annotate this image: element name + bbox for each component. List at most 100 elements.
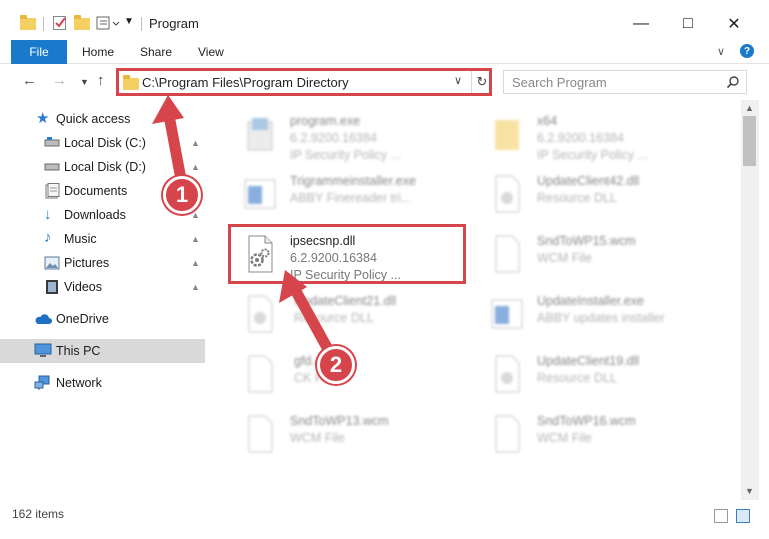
file-description: Resource DLL <box>537 371 617 385</box>
scroll-up-icon[interactable]: ▲ <box>745 103 754 113</box>
installer-icon <box>489 294 525 334</box>
file-name: UpdateClient19.dll <box>537 354 640 368</box>
folder-icon <box>20 15 36 31</box>
search-icon[interactable] <box>726 75 740 89</box>
dropdown-arrow-icon[interactable]: ▼ <box>124 16 140 32</box>
sidebar-item-network[interactable]: Network <box>0 371 205 395</box>
window-title: Program <box>149 16 199 31</box>
sidebar-item-local-disk-d[interactable]: Local Disk (D:) ▲ <box>0 155 205 179</box>
folder-icon <box>489 114 525 154</box>
recent-locations-icon[interactable]: ▼ <box>80 77 89 87</box>
file-name: SndToWP13.wcm <box>290 414 389 428</box>
tab-share[interactable]: Share <box>140 45 172 59</box>
pin-icon[interactable]: ▲ <box>191 138 200 148</box>
list-item[interactable]: UpdateClient42.dll Resource DLL <box>477 166 727 218</box>
sidebar-item-label: Downloads <box>64 208 126 222</box>
file-name: UpdateInstaller.exe <box>537 294 645 308</box>
dll-icon <box>489 354 525 394</box>
list-item[interactable]: SndToWP15.wcm WCM File <box>477 226 727 278</box>
vertical-scrollbar[interactable]: ▲ ▼ <box>741 100 759 500</box>
pin-icon[interactable]: ▲ <box>191 282 200 292</box>
separator <box>43 17 44 31</box>
file-version: 6.2.9200.16384 <box>537 131 624 145</box>
sidebar-item-music[interactable]: ♪ Music ▲ <box>0 227 205 251</box>
list-item[interactable]: UpdateInstaller.exe ABBY updates install… <box>477 286 727 338</box>
file-description: WCM File <box>537 251 592 265</box>
pin-icon[interactable]: ▲ <box>191 234 200 244</box>
pin-icon[interactable]: ▲ <box>191 210 200 220</box>
file-description: Resource DLL <box>537 191 617 205</box>
videos-icon <box>44 279 60 295</box>
sidebar-item-videos[interactable]: Videos ▲ <box>0 275 205 299</box>
customize-toolbar-icon[interactable] <box>96 15 120 31</box>
list-item[interactable]: SndToWP16.wcm WCM File <box>477 406 727 458</box>
list-item[interactable]: gfd.cfg CK File <box>230 346 480 398</box>
file-list: program.exe 6.2.9200.16384 IP Security P… <box>215 100 740 500</box>
maximize-button[interactable]: □ <box>666 8 710 40</box>
documents-icon <box>44 183 60 199</box>
close-button[interactable]: ✕ <box>712 8 756 40</box>
file-description: IP Security Policy ... <box>290 148 401 162</box>
expand-ribbon-icon[interactable]: ∨ <box>717 45 725 58</box>
details-view-icon[interactable] <box>714 509 728 523</box>
tab-view[interactable]: View <box>198 45 224 59</box>
search-input[interactable]: Search Program <box>512 75 607 90</box>
file-tab[interactable]: File <box>11 40 67 64</box>
file-name: Trigrammeinstaller.exe <box>290 174 416 188</box>
new-folder-icon[interactable] <box>74 15 90 31</box>
annotation-callout-1: 1 <box>163 176 201 214</box>
sidebar-item-local-disk-c[interactable]: Local Disk (C:) ▲ <box>0 131 205 155</box>
minimize-button[interactable]: — <box>619 8 663 40</box>
properties-icon[interactable] <box>52 15 68 31</box>
file-name: SndToWP16.wcm <box>537 414 636 428</box>
file-version: 6.2.9200.16384 <box>290 131 377 145</box>
file-description: ABBY updates installer <box>537 311 665 325</box>
scroll-thumb[interactable] <box>743 116 756 166</box>
sidebar-item-pictures[interactable]: Pictures ▲ <box>0 251 205 275</box>
file-icon <box>242 414 278 454</box>
sidebar-item-label: Pictures <box>64 256 110 270</box>
file-description: ABBY Finereader tri... <box>290 191 412 205</box>
sidebar-item-label: Local Disk (C:) <box>64 136 146 150</box>
file-name: program.exe <box>290 114 361 128</box>
sidebar-item-label: Local Disk (D:) <box>64 160 146 174</box>
dll-icon <box>242 294 278 334</box>
file-name: UpdateClient42.dll <box>537 174 640 188</box>
sidebar-item-label: Videos <box>64 280 102 294</box>
file-description: IP Security Policy ... <box>537 148 648 162</box>
sidebar-item-this-pc[interactable]: This PC <box>0 339 205 363</box>
list-item[interactable]: program.exe 6.2.9200.16384 IP Security P… <box>230 106 480 162</box>
sidebar-item-quick-access[interactable]: ★ Quick access <box>0 107 205 131</box>
file-description: WCM File <box>537 431 592 445</box>
tab-home[interactable]: Home <box>82 45 114 59</box>
pin-icon[interactable]: ▲ <box>191 162 200 172</box>
file-name: UpdateClient21.dll <box>294 294 397 308</box>
scroll-down-icon[interactable]: ▼ <box>745 486 754 496</box>
title-bar: ▼ Program — □ ✕ <box>0 0 769 40</box>
help-icon[interactable]: ? <box>740 44 754 58</box>
music-icon: ♪ <box>44 229 52 246</box>
list-item[interactable]: Trigrammeinstaller.exe ABBY Finereader t… <box>230 166 480 218</box>
sidebar-item-onedrive[interactable]: OneDrive <box>0 307 205 331</box>
pictures-icon <box>44 256 60 272</box>
list-item[interactable]: UpdateClient19.dll Resource DLL <box>477 346 727 398</box>
navigation-pane: ★ Quick access Local Disk (C:) ▲ Local D… <box>0 100 205 500</box>
computer-icon <box>34 343 52 359</box>
up-button[interactable]: ↑ <box>97 72 105 89</box>
sidebar-item-label: Network <box>56 376 102 390</box>
sidebar-item-label: This PC <box>56 344 101 358</box>
search-box[interactable]: Search Program <box>503 70 747 94</box>
pin-icon[interactable]: ▲ <box>191 258 200 268</box>
list-item[interactable]: x64 6.2.9200.16384 IP Security Policy ..… <box>477 106 727 162</box>
ribbon: File Home Share View ∨ ? <box>0 40 769 64</box>
drive-icon <box>44 160 60 176</box>
file-icon <box>489 234 525 274</box>
list-item[interactable]: SndToWP13.wcm WCM File <box>230 406 480 458</box>
large-icons-view-icon[interactable] <box>736 509 750 523</box>
sidebar-item-label: Documents <box>64 184 128 198</box>
forward-button[interactable]: → <box>52 72 67 89</box>
file-name: x64 <box>537 114 558 128</box>
back-button[interactable]: ← <box>22 72 37 89</box>
list-item[interactable]: UpdateClient21.dll Resource DLL <box>230 286 480 338</box>
sidebar-item-label: Quick access <box>56 112 131 126</box>
